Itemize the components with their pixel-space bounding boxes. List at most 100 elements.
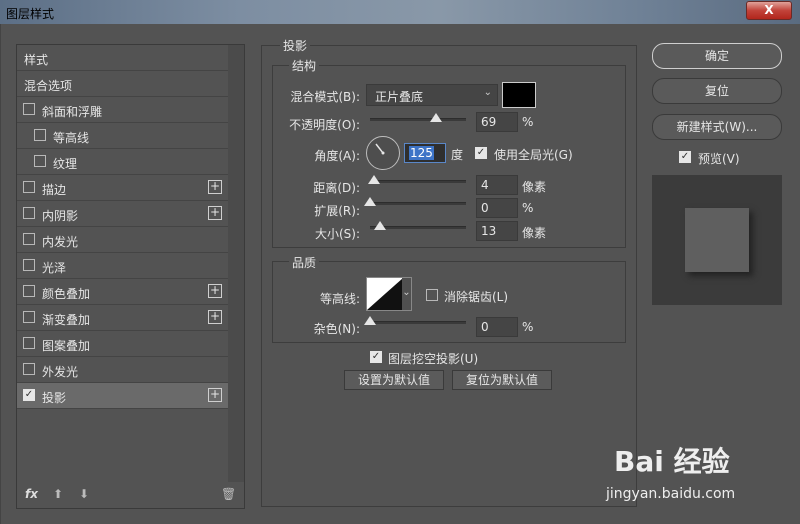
style-item-label: 描边 [42, 183, 67, 197]
style-item[interactable]: 图案叠加 [17, 331, 228, 357]
noise-label: 杂色(N): [313, 322, 360, 336]
new-style-button[interactable]: 新建样式(W)... [652, 114, 782, 140]
style-item-checkbox[interactable] [23, 311, 35, 323]
angle-dial-needle [375, 143, 385, 155]
size-input[interactable]: 13 [476, 221, 518, 241]
size-slider[interactable] [370, 221, 466, 230]
style-item-checkbox[interactable] [23, 103, 35, 115]
distance-input[interactable]: 4 [476, 175, 518, 195]
knockout-label[interactable]: 图层挖空投影(U) [388, 350, 478, 367]
spread-input[interactable]: 0 [476, 198, 518, 218]
styles-list-scrollbar[interactable] [228, 45, 244, 482]
style-item-label: 光泽 [42, 261, 67, 275]
watermark-brand: Bai 经验 [614, 445, 730, 478]
size-label: 大小(S): [314, 227, 360, 241]
style-item[interactable]: 内阴影 + [17, 201, 228, 227]
move-down-icon[interactable]: ⬇ [79, 487, 89, 501]
contour-dropdown-icon[interactable]: ⌄ [402, 278, 411, 310]
blend-mode-select[interactable]: 正片叠底 ⌄ [366, 84, 498, 106]
style-item[interactable]: 描边 + [17, 175, 228, 201]
opacity-input[interactable]: 69 [476, 112, 518, 132]
antialias-label[interactable]: 消除锯齿(L) [444, 288, 508, 305]
style-item-label: 渐变叠加 [42, 313, 91, 327]
opacity-slider[interactable] [370, 113, 466, 122]
style-item-checkbox[interactable] [23, 337, 35, 349]
style-item-checkbox[interactable] [23, 259, 35, 271]
style-item[interactable]: 渐变叠加 + [17, 305, 228, 331]
noise-slider[interactable] [364, 316, 466, 325]
set-default-button[interactable]: 设置为默认值 [344, 370, 444, 390]
angle-unit: 度 [451, 148, 464, 162]
quality-title: 品质 [289, 254, 320, 271]
distance-slider-knob[interactable] [368, 175, 380, 184]
angle-dial[interactable] [366, 136, 400, 170]
style-item-label: 纹理 [53, 157, 78, 171]
opacity-slider-knob[interactable] [430, 113, 442, 122]
blend-mode-value: 正片叠底 [375, 90, 424, 104]
antialias-checkbox[interactable] [426, 289, 438, 301]
global-light-label[interactable]: 使用全局光(G) [494, 146, 573, 163]
chevron-down-icon: ⌄ [483, 87, 492, 98]
close-button[interactable]: X [746, 1, 792, 20]
preview-square [685, 208, 749, 272]
style-item-checkbox[interactable] [23, 181, 35, 193]
add-style-icon[interactable]: + [208, 206, 222, 220]
style-item-label: 外发光 [42, 365, 79, 379]
watermark-url: jingyan.baidu.com [606, 486, 736, 502]
contour-curve-icon [367, 278, 403, 310]
noise-slider-knob[interactable] [364, 316, 376, 325]
style-item-checkbox[interactable] [23, 285, 35, 297]
style-item-checkbox[interactable]: ✓ [23, 389, 35, 401]
noise-input[interactable]: 0 [476, 317, 518, 337]
drop-shadow-title: 投影 [280, 37, 311, 54]
preview-label[interactable]: 预览(V) [698, 150, 740, 167]
noise-unit: % [522, 320, 534, 334]
add-style-icon[interactable]: + [208, 310, 222, 324]
style-item[interactable]: ✓ 投影 + [17, 383, 228, 409]
style-item-label: 等高线 [53, 131, 90, 145]
spread-unit: % [522, 201, 534, 215]
preview-checkbox[interactable]: ✓ [679, 151, 691, 163]
style-item[interactable]: 内发光 [17, 227, 228, 253]
style-item[interactable]: 等高线 [17, 123, 228, 149]
add-style-icon[interactable]: + [208, 284, 222, 298]
knockout-checkbox[interactable]: ✓ [370, 351, 382, 363]
style-item-checkbox[interactable] [23, 233, 35, 245]
styles-header-label: 样式 [24, 53, 49, 67]
title-bar: 图层样式 X [0, 0, 800, 24]
blending-options-item[interactable]: 混合选项 [17, 71, 228, 97]
style-item-checkbox[interactable] [23, 207, 35, 219]
contour-picker[interactable]: ⌄ [366, 277, 412, 311]
shadow-color-swatch[interactable] [502, 82, 536, 108]
spread-slider-knob[interactable] [364, 197, 376, 206]
style-item-label: 内阴影 [42, 209, 79, 223]
spread-slider[interactable] [364, 197, 466, 206]
reset-button[interactable]: 复位 [652, 78, 782, 104]
style-item-checkbox[interactable] [23, 363, 35, 375]
trash-icon[interactable]: 🗑 [221, 487, 236, 501]
style-item[interactable]: 颜色叠加 + [17, 279, 228, 305]
global-light-checkbox[interactable]: ✓ [475, 147, 487, 159]
distance-label: 距离(D): [313, 181, 360, 195]
ok-button[interactable]: 确定 [652, 43, 782, 69]
style-item[interactable]: 外发光 [17, 357, 228, 383]
style-item-checkbox[interactable] [34, 155, 46, 167]
move-up-icon[interactable]: ⬆ [53, 487, 63, 501]
size-slider-knob[interactable] [374, 221, 386, 230]
blend-mode-label: 混合模式(B): [290, 90, 360, 104]
style-item[interactable]: 纹理 [17, 149, 228, 175]
style-item[interactable]: 斜面和浮雕 [17, 97, 228, 123]
angle-input[interactable]: 125 [404, 143, 446, 163]
style-item[interactable]: 光泽 [17, 253, 228, 279]
styles-header[interactable]: 样式 [17, 45, 228, 71]
window-title: 图层样式 [6, 7, 55, 21]
distance-slider[interactable] [368, 175, 466, 184]
distance-unit: 像素 [522, 180, 547, 194]
size-unit: 像素 [522, 226, 547, 240]
style-item-label: 内发光 [42, 235, 79, 249]
style-item-checkbox[interactable] [34, 129, 46, 141]
add-style-icon[interactable]: + [208, 388, 222, 402]
add-style-icon[interactable]: + [208, 180, 222, 194]
reset-default-button[interactable]: 复位为默认值 [452, 370, 552, 390]
fx-icon[interactable]: fx [25, 487, 38, 501]
